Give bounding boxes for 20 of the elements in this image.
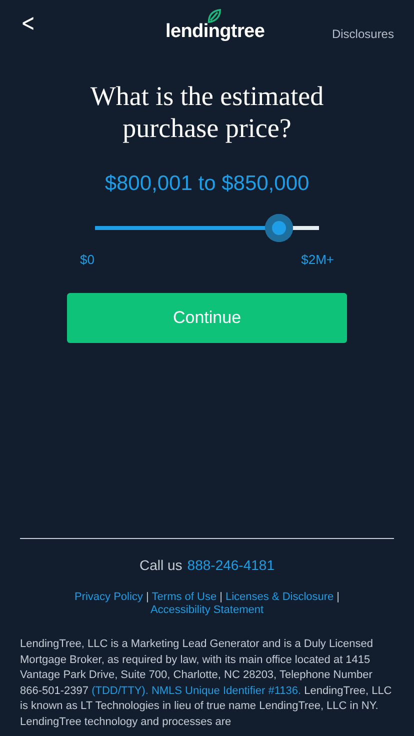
max-label: $2M+	[301, 252, 334, 267]
nmls-link[interactable]: (TDD/TTY). NMLS Unique Identifier #1136.	[92, 684, 302, 697]
disclaimer-text: LendingTree, LLC is a Marketing Lead Generator and is a Duly Licensed Mortgage Broker, as required by law, with its main office located at 1415 Vantage Park Drive, Suite 700, Charlotte, NC 28203, Telephone Number 866-501-2397 (TDD/TTY). NMLS Unique Identifier #1136. LendingTree, LLC is known as LT Technologies in lieu of true name LendingTree, LLC in NY. LendingTree technology and processes are	[20, 637, 393, 730]
leaf-icon	[207, 9, 222, 23]
price-range: $800,001 to $850,000	[104, 172, 310, 196]
phone-link[interactable]: 888-246-4181	[187, 557, 274, 573]
logo-text[interactable]: lendingtree	[165, 21, 265, 42]
disclosures-link[interactable]: Disclosures	[332, 27, 394, 41]
question-heading: What is the estimated purchase price?	[89, 80, 325, 144]
call-label: Call us	[140, 557, 182, 573]
separator: |	[146, 591, 149, 604]
slider-thumb[interactable]	[264, 214, 293, 242]
footer-link[interactable]: Privacy Policy	[74, 591, 143, 604]
min-label: $0	[80, 252, 94, 267]
footer-link[interactable]: Terms of Use	[152, 591, 217, 604]
footer-link[interactable]: Licenses & Disclosure	[225, 591, 334, 604]
back-button[interactable]: <	[21, 11, 36, 35]
separator: |	[336, 591, 340, 604]
separator: |	[220, 591, 222, 604]
footer-link[interactable]: Accessibility Statement	[150, 604, 264, 617]
